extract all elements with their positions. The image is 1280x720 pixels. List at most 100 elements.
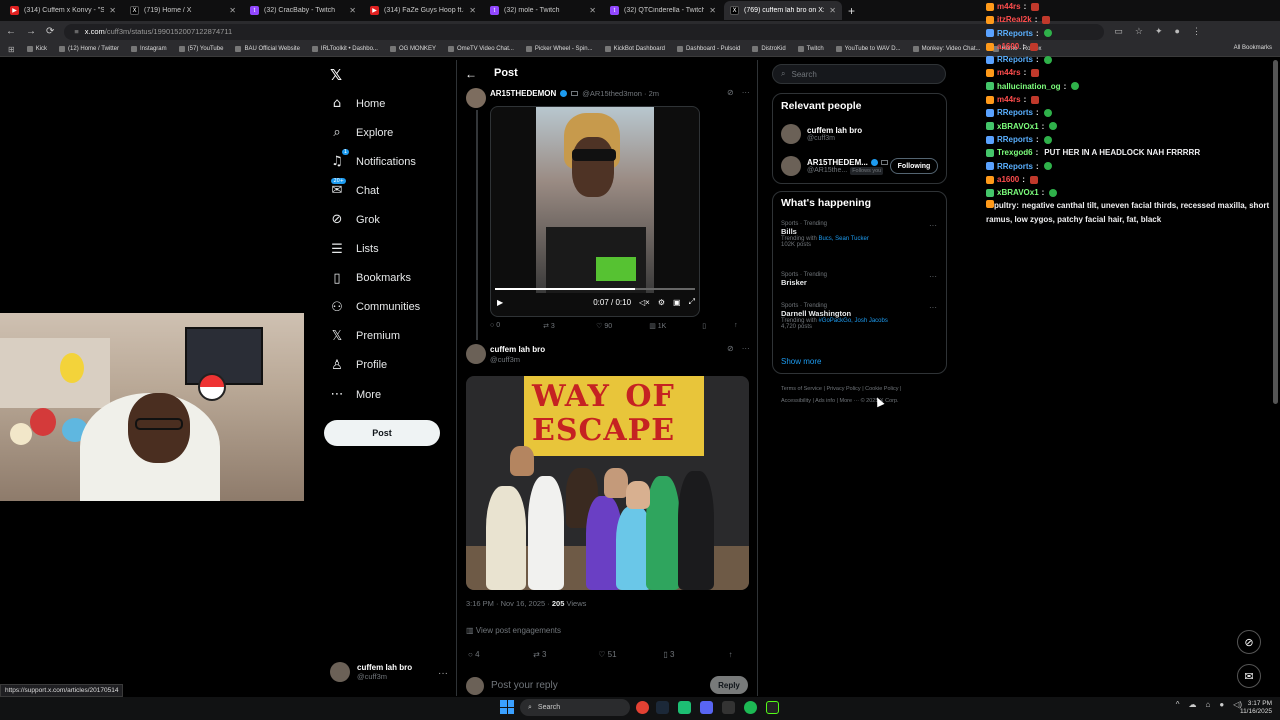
bookmark-item[interactable]: DistroKid (752, 46, 786, 52)
network-icon[interactable]: ⌂ (1205, 700, 1210, 709)
chat-username[interactable]: Trexgod6 (997, 146, 1033, 159)
bookmark-item[interactable]: OmeTV Video Chat... (447, 46, 514, 52)
url-field[interactable]: ≡ x.com/cuff3m/status/199015200712287471… (64, 23, 1105, 40)
avatar[interactable] (466, 344, 486, 364)
spotify-icon[interactable] (744, 701, 757, 714)
reload-icon[interactable]: ⟳ (46, 26, 54, 37)
close-tab-icon[interactable]: ✕ (589, 6, 596, 15)
chat-username[interactable]: m44rs (997, 66, 1021, 79)
settings-icon[interactable]: ⚙ (658, 298, 665, 307)
search-input[interactable]: ⌕ Search (772, 64, 946, 84)
bookmark-item[interactable]: BAU Official Website (235, 46, 300, 52)
cloud-icon[interactable]: ☁ (1188, 700, 1196, 709)
video-player[interactable]: ▶ 0:07 / 0:10 ◁× ⚙ ▣ ⤢ (490, 106, 700, 317)
chat-username[interactable]: pultry (994, 201, 1016, 210)
windows-start-icon[interactable] (500, 700, 514, 714)
chat-username[interactable]: a1600 (997, 173, 1019, 186)
close-tab-icon[interactable]: ✕ (109, 6, 116, 15)
reply-input[interactable]: Post your reply (491, 680, 558, 691)
mic-icon[interactable]: ● (1219, 700, 1224, 709)
nav-item-explore[interactable]: ⌕ Explore (330, 125, 393, 140)
chat-username[interactable]: RReports (997, 133, 1033, 146)
chrome-icon[interactable] (636, 701, 649, 714)
author-name[interactable]: cuffem lah bro (490, 345, 545, 354)
nav-item-premium[interactable]: 𝕏 Premium (330, 329, 400, 344)
footer-links[interactable]: Terms of Service | Privacy Policy | Cook… (781, 386, 901, 392)
grok-icon[interactable]: ⊘ (727, 344, 734, 353)
back-arrow-icon[interactable]: ← (6, 26, 16, 37)
pip-icon[interactable]: ▣ (673, 298, 681, 307)
repost-button[interactable]: ⇄ 3 (533, 650, 598, 659)
trend-item[interactable]: Sports · Trending Bills Trending with Bu… (781, 221, 941, 248)
more-icon[interactable]: ··· (742, 344, 750, 353)
views-button[interactable]: ▥ 1K (649, 322, 702, 330)
bookmark-item[interactable]: Picker Wheel - Spin... (525, 46, 593, 52)
messages-icon[interactable]: ✉ (1237, 664, 1261, 688)
close-tab-icon[interactable]: ✕ (829, 6, 836, 15)
video-progress-bar[interactable] (495, 288, 695, 290)
author-handle[interactable]: @cuff3m (490, 355, 520, 364)
account-switcher[interactable]: cuffem lah bro @cuff3m (330, 662, 412, 682)
mute-icon[interactable]: ◁× (639, 298, 650, 307)
tweet-author[interactable]: AR15THEDEMON @AR15thed3mon · 2m (490, 89, 659, 98)
trend-with-links[interactable]: Bucs, Sean Tucker (818, 236, 868, 242)
like-button[interactable]: ♡ 90 (596, 322, 649, 330)
chat-username[interactable]: xBRAVOx1 (997, 120, 1039, 133)
nav-item-bookmarks[interactable]: ▯ Bookmarks (330, 271, 411, 286)
trend-more-icon[interactable]: ··· (929, 303, 937, 312)
chevron-up-icon[interactable]: ^ (1176, 700, 1180, 709)
bookmark-item[interactable]: (12) Home / Twitter (59, 46, 119, 52)
show-more-link[interactable]: Show more (781, 357, 821, 366)
bookmark-item[interactable]: Instagram (130, 46, 167, 52)
chat-username[interactable]: hallucination_og (997, 80, 1061, 93)
grok-icon[interactable]: ⊘ (1237, 630, 1261, 654)
x-logo-icon[interactable]: 𝕏 (330, 66, 342, 84)
avatar[interactable] (466, 88, 486, 108)
kick-icon[interactable] (766, 701, 779, 714)
browser-tab[interactable]: ▶ (314) Cuffem x Konvy - "Slow M ✕ (4, 1, 122, 20)
tweet-photo[interactable]: WAY OF ESCAPE (466, 376, 749, 590)
close-tab-icon[interactable]: ✕ (469, 6, 476, 15)
chat-username[interactable]: xBRAVOx1 (997, 186, 1039, 199)
fullscreen-icon[interactable]: ⤢ (689, 297, 695, 307)
bookmark-item[interactable]: YouTube to WAV D... (835, 46, 901, 52)
nav-item-grok[interactable]: ⊘ Grok (330, 212, 380, 227)
post-button[interactable]: Post (324, 420, 440, 446)
bookmark-button[interactable]: ▯ 3 (663, 650, 728, 659)
nav-item-notifications[interactable]: ♫ 1 Notifications (330, 149, 416, 169)
chat-username[interactable]: RReports (997, 53, 1033, 66)
nav-item-more[interactable]: ⋯ More (330, 387, 382, 402)
browser-tab[interactable]: t (32) QTCinderella - Twitch ✕ (604, 1, 722, 20)
share-icon[interactable]: ↑ (728, 650, 748, 659)
forward-arrow-icon[interactable]: → (26, 26, 36, 37)
nav-item-lists[interactable]: ☰ Lists (330, 242, 378, 257)
close-tab-icon[interactable]: ✕ (709, 6, 716, 15)
close-tab-icon[interactable]: ✕ (229, 6, 236, 15)
bookmark-item[interactable]: Twitch (797, 46, 824, 52)
trend-item[interactable]: Sports · Trending Brisker (781, 272, 941, 287)
bookmark-item[interactable]: Dashboard - Pulsoid (676, 46, 740, 52)
reply-button[interactable]: ○ 4 (468, 650, 533, 659)
site-settings-icon[interactable]: ≡ (74, 27, 78, 36)
chat-username[interactable]: RReports (997, 27, 1033, 40)
trend-with-links[interactable]: #GoPackGo, Josh Jacobs (818, 318, 887, 324)
browser-tab[interactable]: X (719) Home / X ✕ (124, 1, 242, 20)
chat-username[interactable]: m44rs (997, 93, 1021, 106)
browser-tab[interactable]: X (769) cuffem lah bro on X: "@A ✕ (724, 1, 842, 20)
share-icon[interactable]: ↑ (734, 322, 750, 330)
steam-icon[interactable] (656, 701, 669, 714)
chat-username[interactable]: a1600 (997, 40, 1019, 53)
app-icon[interactable] (678, 701, 691, 714)
more-icon[interactable]: ··· (742, 88, 750, 97)
back-arrow-icon[interactable]: ← (465, 67, 477, 81)
close-tab-icon[interactable]: ✕ (349, 6, 356, 15)
reply-button[interactable]: Reply (710, 676, 748, 694)
chat-username[interactable]: RReports (997, 160, 1033, 173)
bookmark-item[interactable]: (57) YouTube (178, 46, 223, 52)
bookmark-item[interactable]: Kick (26, 46, 47, 52)
play-icon[interactable]: ▶ (497, 298, 503, 307)
chat-username[interactable]: RReports (997, 106, 1033, 119)
trend-more-icon[interactable]: ··· (929, 272, 937, 281)
chat-username[interactable]: itzReal2k (997, 13, 1032, 26)
app-icon[interactable] (722, 701, 735, 714)
